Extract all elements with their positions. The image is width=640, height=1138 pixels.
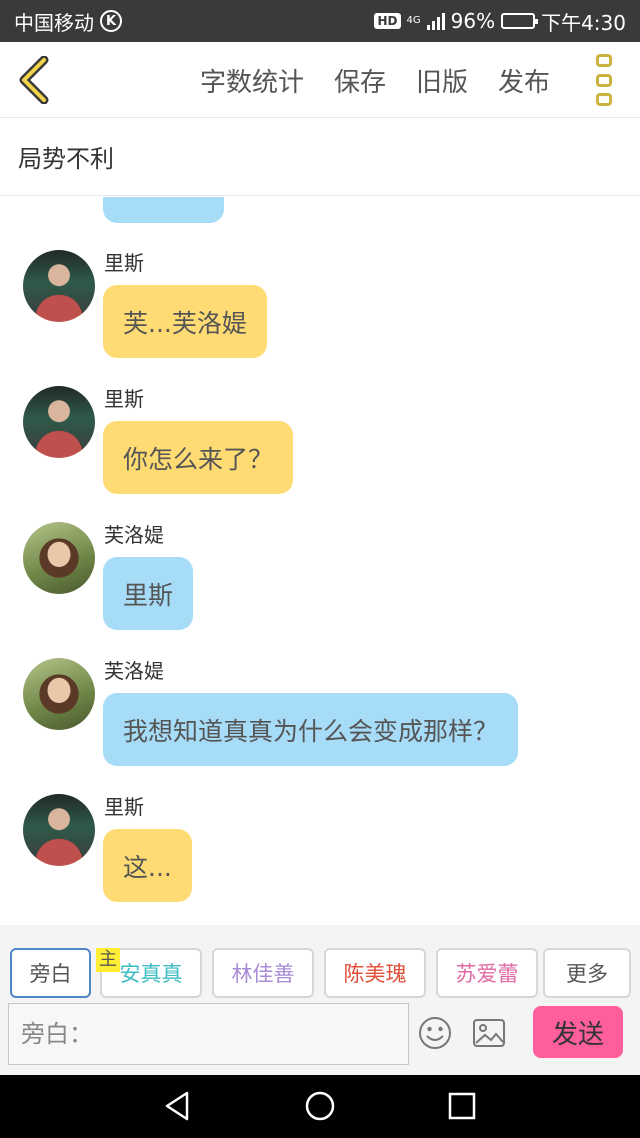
save-button[interactable]: 保存 xyxy=(334,62,386,99)
battery-percent: 96% xyxy=(450,9,496,33)
old-version-button[interactable]: 旧版 xyxy=(416,62,468,99)
status-bar: 中国移动 K HD 4G 96% 下午4:30 xyxy=(0,0,640,42)
role-chip-narrator[interactable]: 旁白 xyxy=(10,948,91,998)
avatar[interactable] xyxy=(23,250,95,322)
chapter-title-row[interactable]: 局势不利 xyxy=(0,118,640,196)
more-roles-button[interactable]: 更多 xyxy=(543,948,631,998)
role-chip-chen-meigui[interactable]: 陈美瑰 xyxy=(324,948,426,998)
message-bubble[interactable]: 这... xyxy=(103,829,192,902)
back-triangle-icon[interactable] xyxy=(161,1089,195,1123)
system-nav-bar xyxy=(0,1075,640,1138)
send-button[interactable]: 发送 xyxy=(533,1006,623,1058)
word-count-button[interactable]: 字数统计 xyxy=(200,62,304,99)
image-icon xyxy=(473,1019,505,1047)
carrier-badge-icon: K xyxy=(100,10,122,32)
home-circle-icon[interactable] xyxy=(303,1089,337,1123)
chapter-title: 局势不利 xyxy=(18,145,114,173)
emoji-button[interactable] xyxy=(418,1016,452,1050)
menu-dot-icon xyxy=(596,73,612,87)
sender-name: 芙洛媞 xyxy=(104,659,164,683)
avatar[interactable] xyxy=(23,386,95,458)
clock: 下午4:30 xyxy=(541,10,626,35)
avatar[interactable] xyxy=(23,794,95,866)
sender-name: 里斯 xyxy=(104,795,144,819)
image-button[interactable] xyxy=(472,1018,506,1048)
top-toolbar: 字数统计 保存 旧版 发布 xyxy=(0,42,640,118)
sender-name: 芙洛媞 xyxy=(104,523,164,547)
message-bubble[interactable]: 芙...芙洛媞 xyxy=(103,285,267,358)
avatar[interactable] xyxy=(23,658,95,730)
publish-button[interactable]: 发布 xyxy=(498,62,550,99)
previous-message-bubble[interactable] xyxy=(103,197,224,223)
role-chip-lin-jiashan[interactable]: 林佳善 xyxy=(212,948,314,998)
menu-dot-icon xyxy=(596,93,612,106)
smiley-icon xyxy=(419,1017,451,1049)
host-tag: 主 xyxy=(96,948,120,972)
recents-square-icon[interactable] xyxy=(445,1089,479,1123)
sender-name: 里斯 xyxy=(104,251,144,275)
hd-icon: HD xyxy=(374,13,401,29)
message-input[interactable] xyxy=(8,1003,409,1065)
message-bubble[interactable]: 我想知道真真为什么会变成那样？ xyxy=(103,693,519,766)
sender-name: 里斯 xyxy=(104,387,144,411)
signal-icon xyxy=(426,12,445,30)
more-menu-button[interactable] xyxy=(596,54,616,106)
avatar[interactable] xyxy=(23,522,95,594)
toolbar-actions: 字数统计 保存 旧版 发布 xyxy=(200,42,550,118)
message-bubble[interactable]: 你怎么来了？ xyxy=(103,421,294,494)
role-selector: 旁白 安真真 林佳善 陈美瑰 苏爱蕾 更多 主 xyxy=(0,925,640,1003)
input-bar: 发送 xyxy=(0,1003,640,1075)
menu-dot-icon xyxy=(596,54,612,67)
back-button[interactable] xyxy=(14,55,58,105)
network-type: 4G xyxy=(406,15,421,26)
battery-icon xyxy=(501,13,539,29)
carrier-name: 中国移动 xyxy=(14,10,94,35)
role-chip-su-ailei[interactable]: 苏爱蕾 xyxy=(436,948,538,998)
chevron-left-icon xyxy=(19,55,49,105)
message-bubble[interactable]: 里斯 xyxy=(103,557,194,630)
status-right: HD 4G 96% 下午4:30 xyxy=(374,7,626,36)
status-left: 中国移动 K xyxy=(14,7,122,36)
chat-area[interactable]: 里斯 芙...芙洛媞 里斯 你怎么来了？ 芙洛媞 里斯 芙洛媞 我想知道真真为什… xyxy=(0,197,640,925)
